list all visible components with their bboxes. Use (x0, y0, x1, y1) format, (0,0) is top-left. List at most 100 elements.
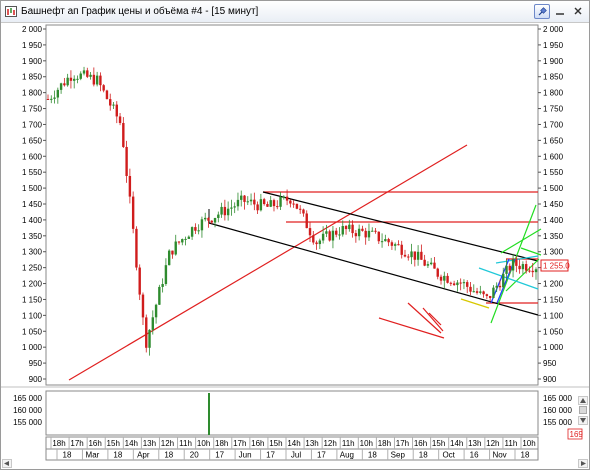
candle-body (305, 213, 308, 229)
date-tick-label: 18 (113, 451, 122, 460)
candle-body (53, 97, 56, 99)
date-tick-label: 18 (164, 451, 173, 460)
date-tick-label: 18 (63, 451, 72, 460)
time-tick-label: 16h (251, 439, 264, 448)
candle-body (167, 250, 171, 266)
time-tick-label: 11h (179, 439, 192, 448)
date-tick-label: Sep (391, 451, 406, 460)
candle-body (151, 317, 155, 330)
candle-body (335, 230, 338, 235)
price-tick-label-left: 1 550 (22, 168, 43, 177)
candle-body (348, 224, 351, 230)
candle-body (452, 283, 456, 286)
candle-body (443, 275, 446, 281)
candle-body (511, 259, 515, 271)
candle-body (420, 251, 423, 260)
candle-body (59, 83, 63, 90)
scroll-down-button[interactable] (578, 416, 588, 425)
candle-body (210, 220, 213, 223)
arrow-up-icon (580, 398, 586, 403)
chart-area[interactable]: 2 000 1 950 1 900 1 850 1 800 1 750 1 700 1 650… (1, 23, 589, 469)
price-plot-frame[interactable] (45, 24, 539, 386)
candle-body (266, 204, 269, 207)
candle-body (354, 233, 358, 237)
candle-body (315, 242, 318, 245)
candle-body (436, 268, 439, 277)
time-tick-label: 12h (323, 439, 336, 448)
price-tick-label-right: 1 450 (543, 200, 564, 209)
time-tick-label: 13h (468, 439, 481, 448)
candle-body (393, 244, 397, 246)
scroll-thumb[interactable] (579, 406, 587, 414)
candle-body (410, 251, 413, 258)
price-tick-label-left: 2 000 (22, 25, 43, 34)
candle-body (226, 208, 230, 216)
candle-body (276, 206, 279, 208)
price-tick-label-left: 1 050 (22, 327, 43, 336)
minimize-button[interactable] (552, 4, 568, 19)
candle-body (318, 240, 322, 245)
candle-body (187, 236, 191, 239)
time-tick-label: 18h (52, 439, 65, 448)
scroll-right-button[interactable] (578, 459, 588, 468)
candle-body (357, 228, 361, 237)
candle-body (230, 207, 233, 209)
price-tick-label-left: 1 450 (22, 200, 43, 209)
candle-body (262, 199, 266, 205)
volume-plot-frame[interactable] (45, 390, 539, 436)
candle-body (246, 201, 249, 203)
candle-body (377, 231, 380, 242)
candle-body (495, 285, 498, 288)
candle-body (243, 195, 246, 202)
candle-body (122, 122, 125, 147)
date-tick-label: Nov (492, 451, 506, 460)
time-tick-label: 14h (125, 439, 138, 448)
candle-body (63, 83, 66, 86)
candle-body (109, 99, 112, 106)
candle-body (217, 214, 220, 219)
price-tick-label-right: 1 950 (543, 41, 564, 50)
price-tick-label-right: 1 100 (543, 311, 564, 320)
time-tick-label: 10h (522, 439, 535, 448)
candle-body (469, 286, 472, 292)
candle-body (416, 251, 420, 260)
price-tick-label-right: 1 600 (543, 152, 564, 161)
time-tick-label: 17h (233, 439, 246, 448)
candle-body (207, 217, 210, 221)
price-tick-label-left: 1 750 (22, 105, 43, 114)
scroll-left-button[interactable] (2, 459, 12, 468)
price-tick-label-right: 1 400 (543, 216, 564, 225)
candle-body (423, 259, 426, 266)
title-bar[interactable]: Башнефт ап График цены и объёма #4 - [15… (1, 1, 589, 23)
volume-bars[interactable] (208, 393, 210, 435)
candle-body (328, 231, 331, 241)
candle-body (292, 203, 295, 205)
candle-body (308, 228, 312, 236)
close-button[interactable] (570, 4, 586, 19)
candle-body (384, 239, 387, 242)
candle-body (449, 282, 453, 284)
price-tick-label-right: 1 850 (543, 73, 564, 82)
candle-body (433, 262, 436, 269)
price-volume-chart[interactable]: 2 000 1 950 1 900 1 850 1 800 1 750 1 700 1 650… (1, 23, 589, 469)
time-tick-label: 15h (107, 439, 120, 448)
scroll-up-button[interactable] (578, 396, 588, 405)
time-tick-label: 11h (342, 439, 355, 448)
candle-body (204, 217, 207, 220)
pin-button[interactable] (534, 4, 550, 19)
date-tick-label: 20 (190, 451, 199, 460)
price-tick-label-right: 900 (543, 375, 557, 384)
candle-body (240, 195, 243, 200)
candle-body (482, 291, 485, 295)
price-tick-label-left: 1 150 (22, 295, 43, 304)
candle-body (492, 287, 495, 298)
candle-body (456, 282, 459, 286)
volume-tick-label-right: 160 000 (543, 406, 572, 415)
candle-body (128, 176, 132, 197)
candle-body (213, 218, 217, 223)
date-tick-label: Aug (340, 451, 354, 460)
time-axis-labels: 18h 17h 16h 15h 14h 13h 12h 11h 10h 18h 17h 16h 15h 1… (50, 437, 536, 449)
candle-body (374, 230, 377, 232)
candle-body (459, 282, 462, 284)
price-tick-label-right: 1 800 (543, 89, 564, 98)
